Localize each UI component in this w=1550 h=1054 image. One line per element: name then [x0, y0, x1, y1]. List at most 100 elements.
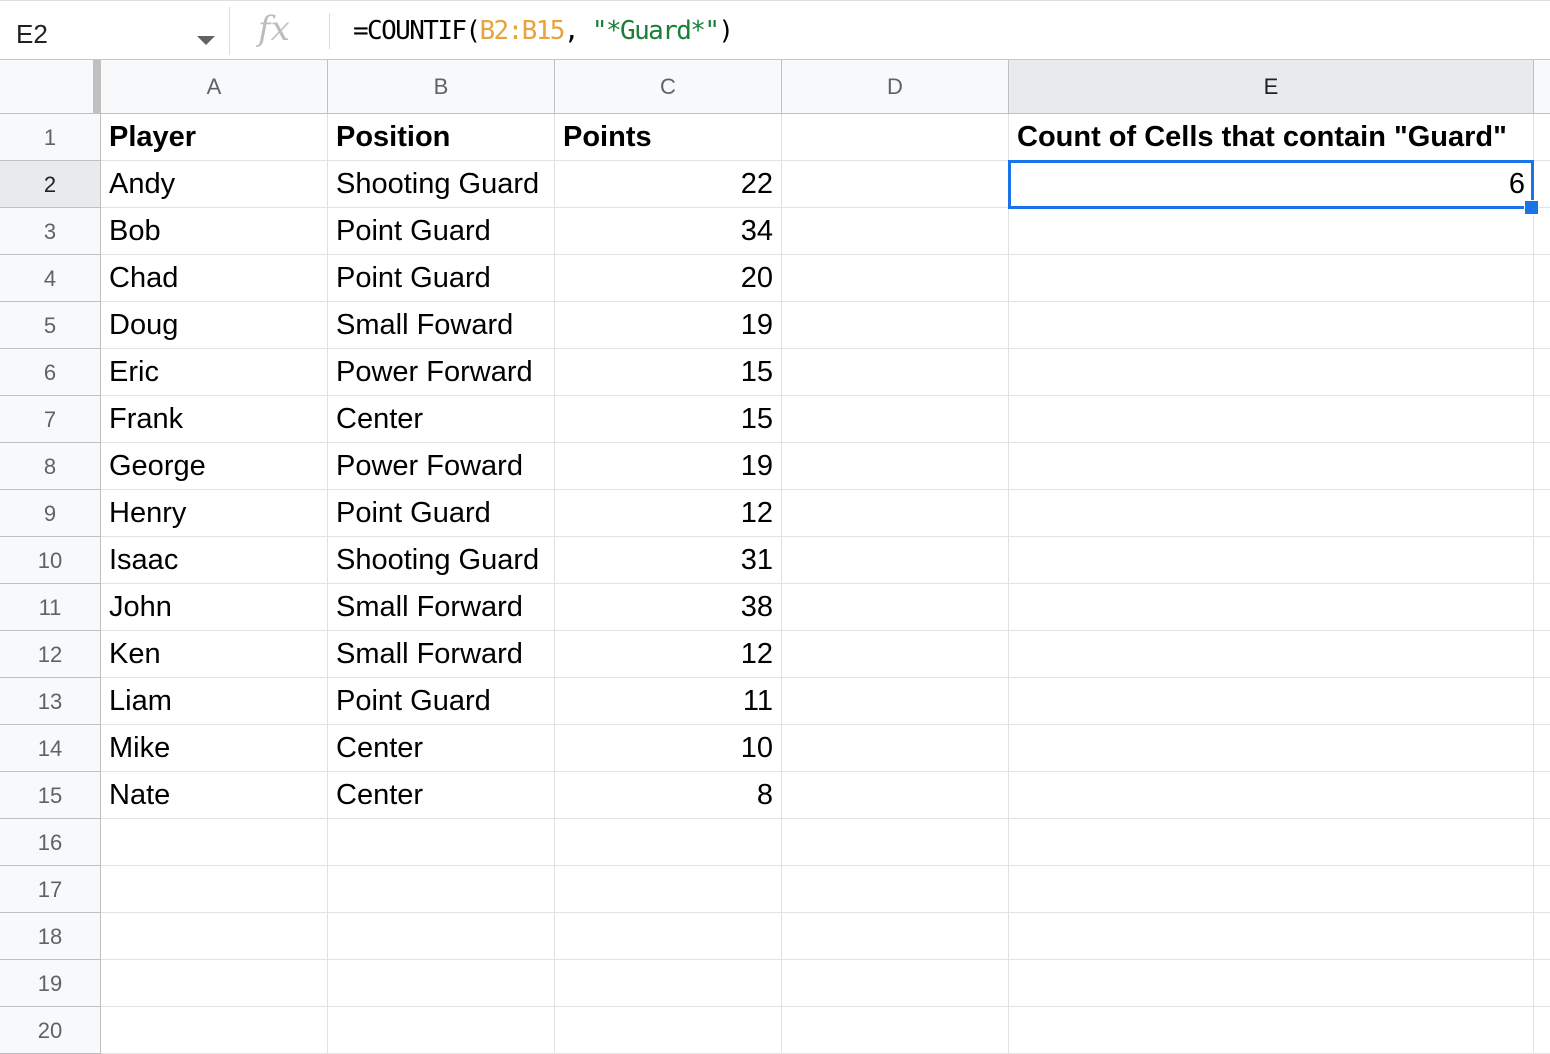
cell-a19[interactable] — [101, 960, 328, 1007]
column-header-b[interactable]: B — [328, 60, 555, 114]
cell-a10[interactable]: Isaac — [101, 537, 328, 584]
cell-e2[interactable]: 6 — [1009, 161, 1534, 208]
cell-a4[interactable]: Chad — [101, 255, 328, 302]
cell-e14[interactable] — [1009, 725, 1534, 772]
cell-d5[interactable] — [782, 302, 1009, 349]
cell-d15[interactable] — [782, 772, 1009, 819]
cell-c4[interactable]: 20 — [555, 255, 782, 302]
cell-c15[interactable]: 8 — [555, 772, 782, 819]
cell-b11[interactable]: Small Forward — [328, 584, 555, 631]
cell-a6[interactable]: Eric — [101, 349, 328, 396]
cell-e9[interactable] — [1009, 490, 1534, 537]
cell-b4[interactable]: Point Guard — [328, 255, 555, 302]
row-header-20[interactable]: 20 — [0, 1007, 101, 1054]
row-header-3[interactable]: 3 — [0, 208, 101, 255]
freeze-handle[interactable] — [93, 60, 101, 114]
cell-e7[interactable] — [1009, 396, 1534, 443]
cell-d4[interactable] — [782, 255, 1009, 302]
cell-b17[interactable] — [328, 866, 555, 913]
cell-a14[interactable]: Mike — [101, 725, 328, 772]
cell-d13[interactable] — [782, 678, 1009, 725]
cell-e4[interactable] — [1009, 255, 1534, 302]
cell-c7[interactable]: 15 — [555, 396, 782, 443]
column-header-c[interactable]: C — [555, 60, 782, 114]
row-header-17[interactable]: 17 — [0, 866, 101, 913]
cell-d12[interactable] — [782, 631, 1009, 678]
cell-c5[interactable]: 19 — [555, 302, 782, 349]
cell-a15[interactable]: Nate — [101, 772, 328, 819]
cell-e5[interactable] — [1009, 302, 1534, 349]
cell-e19[interactable] — [1009, 960, 1534, 1007]
cell-e20[interactable] — [1009, 1007, 1534, 1054]
cell-e3[interactable] — [1009, 208, 1534, 255]
cell-e18[interactable] — [1009, 913, 1534, 960]
cell-a1[interactable]: Player — [101, 114, 328, 161]
cell-c3[interactable]: 34 — [555, 208, 782, 255]
cell-d10[interactable] — [782, 537, 1009, 584]
row-header-4[interactable]: 4 — [0, 255, 101, 302]
cell-c6[interactable]: 15 — [555, 349, 782, 396]
cell-c9[interactable]: 12 — [555, 490, 782, 537]
cell-c16[interactable] — [555, 819, 782, 866]
cell-c17[interactable] — [555, 866, 782, 913]
cell-e16[interactable] — [1009, 819, 1534, 866]
cell-a18[interactable] — [101, 913, 328, 960]
cell-e8[interactable] — [1009, 443, 1534, 490]
cell-e17[interactable] — [1009, 866, 1534, 913]
cell-b6[interactable]: Power Forward — [328, 349, 555, 396]
row-header-1[interactable]: 1 — [0, 114, 101, 161]
cell-b1[interactable]: Position — [328, 114, 555, 161]
cell-d6[interactable] — [782, 349, 1009, 396]
cell-a7[interactable]: Frank — [101, 396, 328, 443]
cell-d18[interactable] — [782, 913, 1009, 960]
row-header-8[interactable]: 8 — [0, 443, 101, 490]
cell-b9[interactable]: Point Guard — [328, 490, 555, 537]
cell-a11[interactable]: John — [101, 584, 328, 631]
fill-handle[interactable] — [1524, 200, 1539, 215]
cell-b16[interactable] — [328, 819, 555, 866]
cell-b13[interactable]: Point Guard — [328, 678, 555, 725]
cell-a20[interactable] — [101, 1007, 328, 1054]
cell-b18[interactable] — [328, 913, 555, 960]
cell-c2[interactable]: 22 — [555, 161, 782, 208]
cell-d8[interactable] — [782, 443, 1009, 490]
cell-e11[interactable] — [1009, 584, 1534, 631]
formula-input[interactable]: =COUNTIF(B2:B15, "*Guard*") — [353, 16, 734, 46]
cell-b14[interactable]: Center — [328, 725, 555, 772]
row-header-9[interactable]: 9 — [0, 490, 101, 537]
cell-d7[interactable] — [782, 396, 1009, 443]
cell-d16[interactable] — [782, 819, 1009, 866]
cell-a12[interactable]: Ken — [101, 631, 328, 678]
cell-e10[interactable] — [1009, 537, 1534, 584]
cell-a16[interactable] — [101, 819, 328, 866]
row-header-13[interactable]: 13 — [0, 678, 101, 725]
cell-b20[interactable] — [328, 1007, 555, 1054]
cell-a17[interactable] — [101, 866, 328, 913]
row-header-12[interactable]: 12 — [0, 631, 101, 678]
row-header-19[interactable]: 19 — [0, 960, 101, 1007]
row-header-6[interactable]: 6 — [0, 349, 101, 396]
cell-e1[interactable]: Count of Cells that contain "Guard" — [1009, 114, 1534, 161]
cell-a8[interactable]: George — [101, 443, 328, 490]
cell-c10[interactable]: 31 — [555, 537, 782, 584]
cell-b7[interactable]: Center — [328, 396, 555, 443]
cell-a9[interactable]: Henry — [101, 490, 328, 537]
row-header-2[interactable]: 2 — [0, 161, 101, 208]
row-header-15[interactable]: 15 — [0, 772, 101, 819]
cell-b15[interactable]: Center — [328, 772, 555, 819]
cell-d9[interactable] — [782, 490, 1009, 537]
cell-e6[interactable] — [1009, 349, 1534, 396]
column-header-a[interactable]: A — [101, 60, 328, 114]
cell-a3[interactable]: Bob — [101, 208, 328, 255]
row-header-11[interactable]: 11 — [0, 584, 101, 631]
cell-b12[interactable]: Small Forward — [328, 631, 555, 678]
column-header-e[interactable]: E — [1009, 60, 1534, 114]
cell-e15[interactable] — [1009, 772, 1534, 819]
cell-b2[interactable]: Shooting Guard — [328, 161, 555, 208]
cell-c13[interactable]: 11 — [555, 678, 782, 725]
name-box[interactable]: E2 — [0, 7, 230, 55]
cell-a2[interactable]: Andy — [101, 161, 328, 208]
cell-c11[interactable]: 38 — [555, 584, 782, 631]
chevron-down-icon[interactable] — [197, 36, 215, 45]
select-all-corner[interactable] — [0, 60, 101, 114]
